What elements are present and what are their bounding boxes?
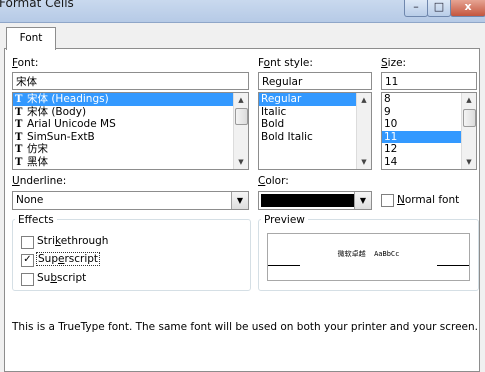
font-style-label: Font style: [258,57,313,69]
scroll-up-icon[interactable]: ▲ [357,93,371,107]
color-label-rest: olor: [265,175,289,187]
size-list-scrollbar[interactable]: ▲ ▼ [461,93,476,169]
underline-label: Underline: [12,175,67,187]
minimize-icon[interactable]: – [404,0,428,17]
font-style-label-rest: nt style: [270,57,313,69]
title-bar: Format Cells – □ x [0,0,485,23]
preview-baseline-left [268,265,300,266]
preview-baseline-right [437,265,469,266]
truetype-icon: T [15,94,23,105]
strike-rest: ethrough [60,235,109,247]
normal-font-label: Normal font [397,194,460,206]
preview-box: 微软卓越 AaBbCc [267,233,470,281]
subscript-label: Subscript [37,272,87,284]
chevron-down-icon[interactable]: ▼ [231,192,248,209]
font-list-item[interactable]: T 黑体 [13,156,248,169]
sub-pre: Su [37,272,51,284]
color-label: Color: [258,175,289,187]
font-style-item[interactable]: Bold [259,118,371,131]
font-list-item[interactable]: T Arial Unicode MS [13,118,248,131]
window-title: Format Cells [0,0,74,10]
font-list-scrollbar[interactable]: ▲ ▼ [233,93,248,169]
color-select[interactable]: ▼ [258,191,372,210]
truetype-info-text: This is a TrueType font. The same font w… [12,321,478,333]
effects-title: Effects [15,214,57,226]
strikethrough-label: Strikethrough [37,235,109,247]
close-icon[interactable]: x [450,0,485,17]
strikethrough-checkbox[interactable] [21,236,34,249]
font-list[interactable]: T 宋体 (Headings) T 宋体 (Body) T Arial Unicode… [12,92,249,170]
font-style-item[interactable]: Regular [259,93,371,106]
chevron-down-icon[interactable]: ▼ [354,192,371,209]
normal-font-checkbox[interactable] [381,194,394,207]
font-list-item[interactable]: T 宋体 (Body) [13,106,248,119]
underline-value: None [16,194,44,206]
scroll-down-icon[interactable]: ▼ [357,155,371,169]
preview-title: Preview [261,214,308,226]
underline-label-rest: nderline: [19,175,67,187]
font-label: Font: [12,57,39,69]
strike-pre: Stri [37,235,56,247]
scroll-down-icon[interactable]: ▼ [462,155,476,169]
superscript-label: Superscript [35,252,101,266]
font-list-item[interactable]: T 宋体 (Headings) [13,93,248,106]
font-style-input[interactable]: Regular [258,72,372,90]
font-name-input[interactable]: 宋体 [12,72,249,90]
scroll-down-icon[interactable]: ▼ [234,155,248,169]
truetype-icon: T [15,119,23,130]
truetype-icon: T [15,156,23,168]
scroll-thumb[interactable] [235,108,248,125]
font-style-list[interactable]: Regular Italic Bold Bold Italic ▲ ▼ [258,92,372,170]
scroll-thumb[interactable] [463,109,476,127]
font-label-rest: ont: [17,57,39,69]
preview-sample: 微软卓越 AaBbCc [337,250,400,258]
size-input[interactable]: 11 [381,72,477,90]
super-rest: rscript [64,253,99,265]
superscript-checkbox[interactable]: ✓ [21,254,34,267]
font-style-scrollbar[interactable]: ▲ ▼ [356,93,371,169]
underline-select[interactable]: None ▼ [12,191,249,210]
font-style-item[interactable]: Italic [259,106,371,119]
truetype-icon: T [15,144,23,155]
tab-font[interactable]: Font [6,27,56,50]
scroll-up-icon[interactable]: ▲ [462,93,476,107]
size-label-rest: ize: [387,57,407,69]
subscript-checkbox[interactable] [21,273,34,286]
sub-rest: script [57,272,87,284]
font-list-item[interactable]: T SimSun-ExtB [13,131,248,144]
size-list[interactable]: 8 9 10 11 12 14 ▲ ▼ [381,92,477,170]
super-pre: Sup [38,253,58,265]
font-style-item[interactable]: Bold Italic [259,131,371,144]
scroll-up-icon[interactable]: ▲ [234,93,248,107]
font-list-item[interactable]: T 仿宋 [13,143,248,156]
maximize-icon[interactable]: □ [427,0,451,17]
color-swatch [261,194,354,207]
normal-font-label-rest: ormal font [404,194,460,206]
size-label: Size: [381,57,407,69]
